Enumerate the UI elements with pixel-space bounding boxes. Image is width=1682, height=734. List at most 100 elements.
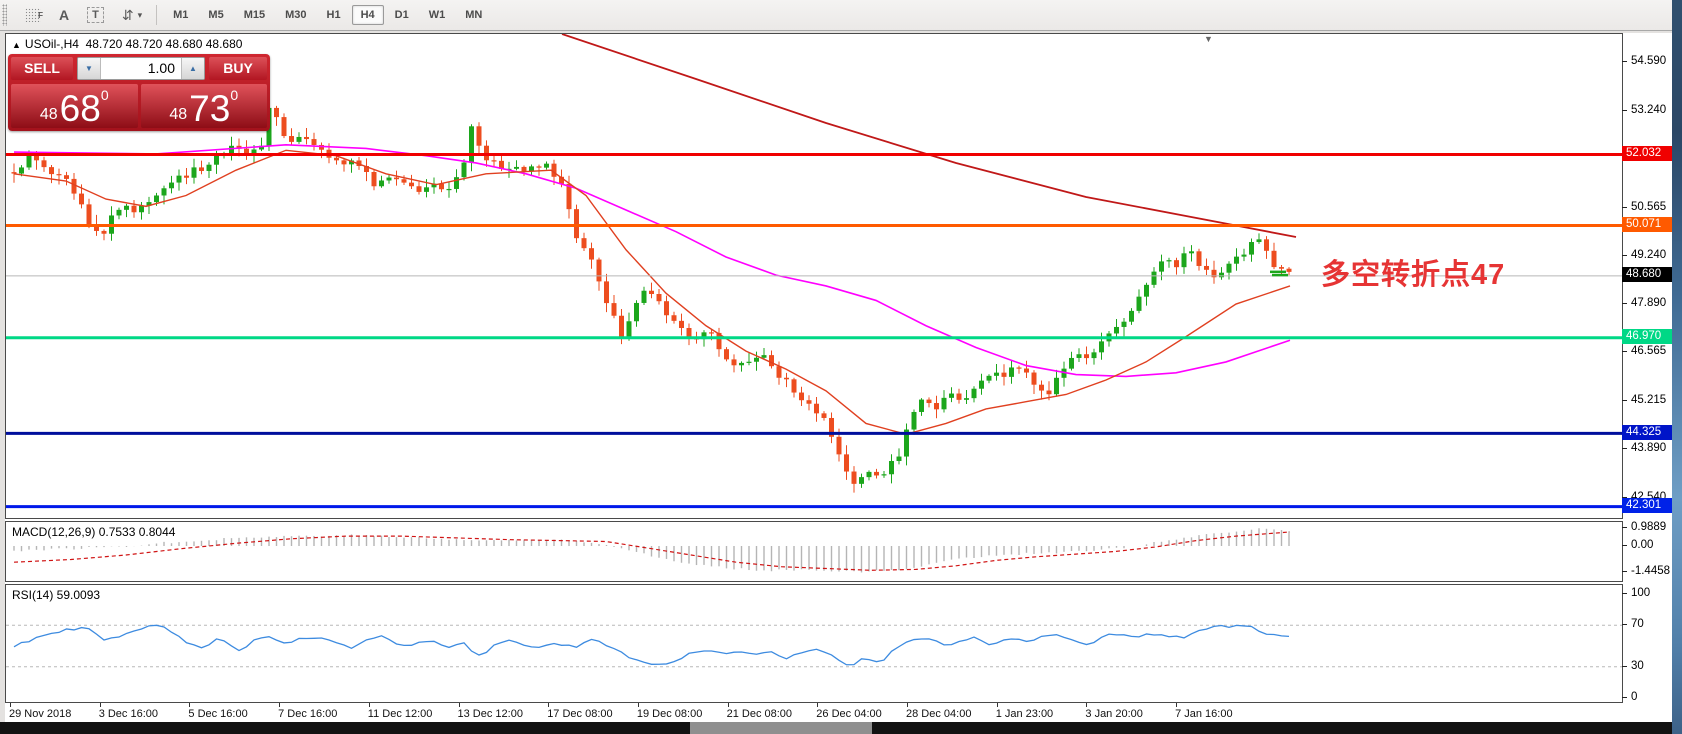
time-axis-tick [548, 703, 549, 707]
time-axis-label: 28 Dec 04:00 [906, 708, 971, 720]
price-axis-tick [1622, 255, 1627, 256]
chevron-down-icon[interactable]: ▾ [138, 10, 143, 21]
text-label-icon[interactable]: A [59, 5, 69, 25]
timeframe-button-group: M1M5M15M30H1H4D1W1MN [163, 5, 492, 25]
time-axis-tick [638, 703, 639, 707]
price-axis-label: 50.565 [1631, 201, 1666, 213]
macd-canvas[interactable] [6, 522, 1622, 581]
chart-scroll-marker-icon[interactable]: ▼ [1204, 34, 1213, 44]
timeframe-button-d1[interactable]: D1 [386, 5, 418, 25]
macd-axis-tick [1622, 527, 1627, 528]
ask-price-button[interactable]: 48730 [141, 84, 268, 128]
symbol-info-line[interactable]: ▲ USOil-,H4 48.720 48.720 48.680 48.680 [12, 37, 242, 51]
timeframe-button-m30[interactable]: M30 [276, 5, 315, 25]
time-axis-label: 3 Jan 20:00 [1085, 708, 1143, 720]
time-axis-label: 17 Dec 08:00 [547, 708, 612, 720]
price-badge: 48.680 [1622, 267, 1672, 282]
time-axis-label: 19 Dec 08:00 [637, 708, 702, 720]
taskbar-item[interactable] [690, 722, 872, 734]
price-badge: 44.325 [1622, 425, 1672, 440]
toolbar-separator [156, 5, 157, 25]
sell-button[interactable]: SELL [11, 57, 73, 80]
price-axis-tick [1622, 448, 1627, 449]
price-axis-label: 47.890 [1631, 297, 1666, 309]
macd-axis-tick [1622, 545, 1627, 546]
time-axis-label: 11 Dec 12:00 [368, 708, 433, 720]
time-axis-tick [369, 703, 370, 707]
rsi-axis-label: 0 [1631, 691, 1637, 703]
timeframe-button-h4[interactable]: H4 [352, 5, 384, 25]
time-axis-label: 21 Dec 08:00 [727, 708, 792, 720]
time-axis-tick [189, 703, 190, 707]
macd-panel[interactable]: MACD(12,26,9) 0.7533 0.8044 [5, 521, 1623, 582]
volume-increase-icon[interactable]: ▲ [181, 58, 204, 79]
time-axis-tick [1086, 703, 1087, 707]
price-axis-label: 43.890 [1631, 442, 1666, 454]
timeframe-button-m1[interactable]: M1 [164, 5, 197, 25]
price-axis-tick [1622, 351, 1627, 352]
price-badge: 50.071 [1622, 217, 1672, 232]
desktop-edge [1672, 0, 1682, 734]
text-box-icon[interactable]: T [87, 7, 104, 23]
ask-big-digits: 73 [189, 92, 230, 125]
macd-axis-tick [1622, 571, 1627, 572]
rsi-axis-label: 70 [1631, 618, 1644, 630]
rsi-axis-label: 100 [1631, 587, 1650, 599]
ask-pipette: 0 [230, 88, 238, 102]
buy-button[interactable]: BUY [209, 57, 267, 80]
price-axis-tick [1622, 400, 1627, 401]
volume-input[interactable]: 1.00 [101, 58, 181, 79]
symbol-collapse-icon[interactable]: ▲ [12, 40, 21, 50]
timeframe-button-m15[interactable]: M15 [235, 5, 274, 25]
price-badge: 52.032 [1622, 146, 1672, 161]
time-axis-label: 1 Jan 23:00 [996, 708, 1054, 720]
time-axis-tick [459, 703, 460, 707]
volume-stepper: ▼ 1.00 ▲ [77, 57, 205, 80]
symbol-title: USOil-,H4 [25, 37, 79, 51]
bid-big-digits: 68 [60, 92, 101, 125]
bid-price-button[interactable]: 48680 [11, 84, 138, 128]
macd-label: MACD(12,26,9) 0.7533 0.8044 [12, 525, 175, 539]
time-axis-label: 29 Nov 2018 [9, 708, 71, 720]
rsi-panel[interactable]: RSI(14) 59.0093 [5, 584, 1623, 703]
time-axis-tick [100, 703, 101, 707]
toolbar: F A T ⇵ ▾ M1M5M15M30H1H4D1W1MN [0, 0, 1672, 31]
volume-decrease-icon[interactable]: ▼ [78, 58, 101, 79]
bid-prefix: 48 [40, 105, 58, 125]
ask-prefix: 48 [169, 105, 187, 125]
toolbar-grip[interactable] [2, 4, 7, 26]
rsi-axis-tick [1622, 624, 1627, 625]
time-axis-label: 13 Dec 12:00 [458, 708, 523, 720]
taskbar-strip [0, 722, 1672, 734]
pattern-list-icon[interactable]: F [25, 8, 41, 22]
time-axis-tick [907, 703, 908, 707]
chart-frame: 多空转折点47 MACD(12,26,9) 0.7533 0.8044 RSI(… [5, 33, 1672, 722]
timeframe-button-w1[interactable]: W1 [420, 5, 455, 25]
time-axis-tick [10, 703, 11, 707]
rsi-axis-tick [1622, 666, 1627, 667]
price-axis-label: 53.240 [1631, 104, 1666, 116]
timeframe-button-h1[interactable]: H1 [318, 5, 350, 25]
price-axis-tick [1622, 110, 1627, 111]
price-axis-label: 46.565 [1631, 345, 1666, 357]
time-axis-label: 7 Dec 16:00 [278, 708, 337, 720]
rsi-axis-tick [1622, 697, 1627, 698]
timeframe-button-mn[interactable]: MN [456, 5, 491, 25]
macd-axis-label: -1.4458 [1631, 565, 1670, 577]
time-axis-label: 5 Dec 16:00 [188, 708, 247, 720]
timeframe-button-m5[interactable]: M5 [199, 5, 232, 25]
rsi-canvas[interactable] [6, 585, 1622, 702]
price-axis-label: 54.590 [1631, 55, 1666, 67]
arrow-style-icon[interactable]: ⇵ [122, 5, 134, 25]
symbol-quotes: 48.720 48.720 48.680 48.680 [86, 37, 243, 51]
time-axis-label: 3 Dec 16:00 [99, 708, 158, 720]
bid-pipette: 0 [101, 88, 109, 102]
price-axis-tick [1622, 61, 1627, 62]
one-click-trading-widget: SELL ▼ 1.00 ▲ BUY 48680 48730 [8, 54, 270, 131]
chart-annotation-text: 多空转折点47 [1321, 251, 1505, 293]
time-axis-tick [817, 703, 818, 707]
price-axis-label: 49.240 [1631, 249, 1666, 261]
time-axis-label: 26 Dec 04:00 [816, 708, 881, 720]
price-axis-tick [1622, 207, 1627, 208]
time-axis-tick [279, 703, 280, 707]
